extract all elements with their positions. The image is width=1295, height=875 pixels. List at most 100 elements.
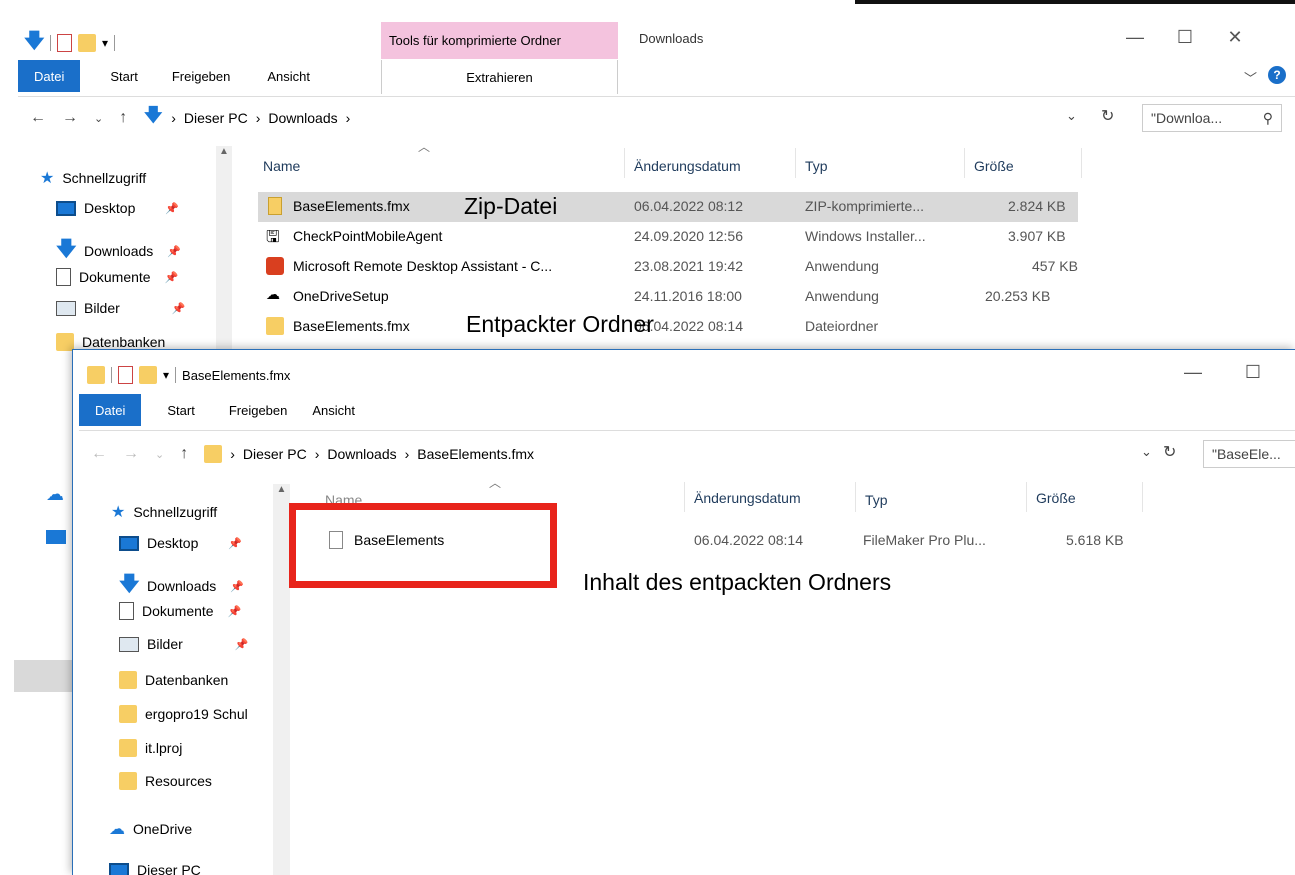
table-row[interactable]: BaseElements.fmx 06.04.2022 08:12 ZIP-ko… — [258, 192, 1078, 222]
nav-onedrive[interactable]: ☁ OneDrive — [109, 819, 192, 839]
sort-indicator-icon: ︿ — [489, 476, 502, 490]
breadcrumb-baseelements[interactable]: BaseElements.fmx — [417, 446, 534, 462]
documents-icon — [119, 602, 134, 620]
nav-resources[interactable]: Resources — [119, 772, 212, 790]
address-bar: ← → ⌄ ↑ 🡇 › Dieser PC › Downloads › — [30, 105, 350, 130]
recent-locations-icon[interactable]: ⌄ — [94, 112, 103, 125]
search-input[interactable]: "Downloa... ⚲ — [1142, 104, 1282, 132]
refresh-icon[interactable]: ↻ — [1163, 442, 1176, 462]
maximize-icon[interactable]: ☐ — [1218, 362, 1288, 383]
breadcrumb-separator: › — [230, 446, 235, 462]
folder-icon — [119, 705, 137, 723]
window-title: Downloads — [639, 31, 704, 46]
column-divider — [964, 148, 965, 178]
divider — [50, 35, 51, 51]
tab-start[interactable]: Start — [141, 394, 211, 426]
scroll-up-icon[interactable]: ▲ — [273, 484, 290, 495]
nav-dokumente[interactable]: Dokumente 📌 — [119, 602, 241, 620]
nav-dieser-pc[interactable]: Dieser PC — [109, 862, 201, 875]
ribbon-tabs: Datei Start Freigeben Ansicht — [18, 60, 327, 92]
nav-desktop[interactable]: Desktop 📌 — [56, 200, 179, 216]
table-row[interactable]: Microsoft Remote Desktop Assistant - C..… — [258, 252, 1078, 282]
file-size: 457 KB — [1032, 258, 1078, 274]
file-date: 06.04.2022 08:12 — [634, 198, 743, 214]
customize-qat-icon[interactable]: ▾ — [102, 36, 108, 50]
address-dropdown-icon[interactable]: ⌄ — [1066, 108, 1077, 124]
nav-dokumente[interactable]: Dokumente 📌 — [56, 268, 178, 286]
forward-arrow-icon[interactable]: → — [123, 445, 139, 463]
refresh-icon[interactable]: ↻ — [1101, 106, 1114, 126]
breadcrumb-separator: › — [404, 446, 410, 462]
nav-scrollbar[interactable]: ▲ — [273, 484, 290, 875]
back-arrow-icon[interactable]: ← — [91, 445, 107, 463]
file-date: 23.08.2021 19:42 — [634, 258, 743, 274]
new-folder-icon[interactable] — [139, 366, 157, 384]
nav-downloads[interactable]: 🡇 Downloads 📌 — [119, 569, 244, 603]
divider — [79, 430, 1295, 431]
nav-scrollbar[interactable]: ▲ — [216, 146, 232, 350]
nav-schnellzugriff[interactable]: ★ Schnellzugriff — [40, 168, 146, 188]
file-size: 3.907 KB — [1008, 228, 1066, 244]
tab-freigeben[interactable]: Freigeben — [155, 60, 248, 92]
nav-label: Schnellzugriff — [62, 170, 147, 186]
new-folder-icon[interactable] — [78, 34, 96, 52]
column-size[interactable]: Größe — [1036, 490, 1076, 506]
maximize-icon[interactable]: ☐ — [1160, 27, 1210, 48]
download-arrow-icon[interactable]: 🡇 — [24, 26, 45, 60]
breadcrumb-dieser-pc[interactable]: Dieser PC — [243, 446, 307, 462]
window-controls: — ☐ ✕ — [1110, 27, 1260, 48]
minimize-icon[interactable]: — — [1168, 362, 1218, 383]
nav-it-lproj[interactable]: it.lproj — [119, 739, 182, 757]
nav-desktop[interactable]: Desktop 📌 — [119, 535, 242, 551]
scroll-up-icon[interactable]: ▲ — [216, 146, 232, 157]
nav-ergopro19[interactable]: ergopro19 Schul — [119, 705, 264, 723]
table-row[interactable]: BaseElements.fmx 06.04.2022 08:14 Dateio… — [258, 312, 1078, 342]
folder-location-icon — [204, 445, 223, 463]
tab-datei[interactable]: Datei — [18, 60, 81, 92]
breadcrumb-dieser-pc[interactable]: Dieser PC — [184, 110, 248, 126]
back-arrow-icon[interactable]: ← — [30, 109, 46, 127]
properties-icon[interactable] — [57, 34, 72, 52]
tab-datei[interactable]: Datei — [79, 394, 142, 426]
installer-icon: 🖫 — [266, 229, 280, 246]
column-date[interactable]: Änderungsdatum — [634, 158, 741, 174]
minimize-icon[interactable]: — — [1110, 27, 1160, 48]
close-icon[interactable]: ✕ — [1210, 27, 1260, 48]
column-type[interactable]: Typ — [805, 158, 828, 174]
column-size[interactable]: Größe — [974, 158, 1014, 174]
breadcrumb-downloads[interactable]: Downloads — [327, 446, 396, 462]
forward-arrow-icon[interactable]: → — [62, 109, 78, 127]
nav-label: Desktop — [147, 535, 199, 551]
table-row[interactable]: ☁ OneDriveSetup 24.11.2016 18:00 Anwendu… — [258, 282, 1078, 312]
folder-icon — [266, 317, 284, 335]
recent-locations-icon[interactable]: ⌄ — [155, 448, 164, 461]
search-input[interactable]: "BaseEle... — [1203, 440, 1295, 468]
file-name: Microsoft Remote Desktop Assistant - C..… — [293, 258, 553, 274]
nav-downloads[interactable]: 🡇 Downloads 📌 — [56, 234, 181, 268]
nav-schnellzugriff[interactable]: ★ Schnellzugriff — [111, 502, 217, 522]
customize-qat-icon[interactable]: ▾ — [163, 368, 169, 382]
help-icon[interactable]: ? — [1268, 66, 1286, 84]
breadcrumb-downloads[interactable]: Downloads — [268, 110, 337, 126]
file-name: BaseElements.fmx — [293, 318, 410, 334]
column-type[interactable]: Typ — [865, 492, 888, 508]
nav-datenbanken[interactable]: Datenbanken — [119, 671, 228, 689]
properties-icon[interactable] — [118, 366, 133, 384]
tab-start[interactable]: Start — [80, 60, 154, 92]
column-name[interactable]: Name — [263, 158, 300, 174]
column-date[interactable]: Änderungsdatum — [694, 490, 801, 506]
download-arrow-icon: 🡇 — [56, 238, 77, 260]
tab-extrahieren[interactable]: Extrahieren — [381, 60, 618, 94]
nav-bilder[interactable]: Bilder 📌 — [56, 300, 186, 316]
ribbon-expand-icon[interactable]: ﹀ — [1244, 68, 1257, 87]
tab-freigeben[interactable]: Freigeben — [212, 394, 305, 426]
file-date: 24.11.2016 18:00 — [634, 288, 742, 304]
up-arrow-icon[interactable]: ↑ — [180, 445, 188, 463]
address-bar: ← → ⌄ ↑ › Dieser PC › Downloads › BaseEl… — [91, 442, 534, 466]
table-row[interactable]: 🖫 CheckPointMobileAgent 24.09.2020 12:56… — [258, 222, 1078, 252]
tab-ansicht[interactable]: Ansicht — [247, 60, 327, 92]
address-dropdown-icon[interactable]: ⌄ — [1141, 444, 1152, 460]
tab-ansicht[interactable]: Ansicht — [304, 394, 372, 426]
nav-bilder[interactable]: Bilder 📌 — [119, 636, 249, 652]
up-arrow-icon[interactable]: ↑ — [119, 109, 127, 127]
